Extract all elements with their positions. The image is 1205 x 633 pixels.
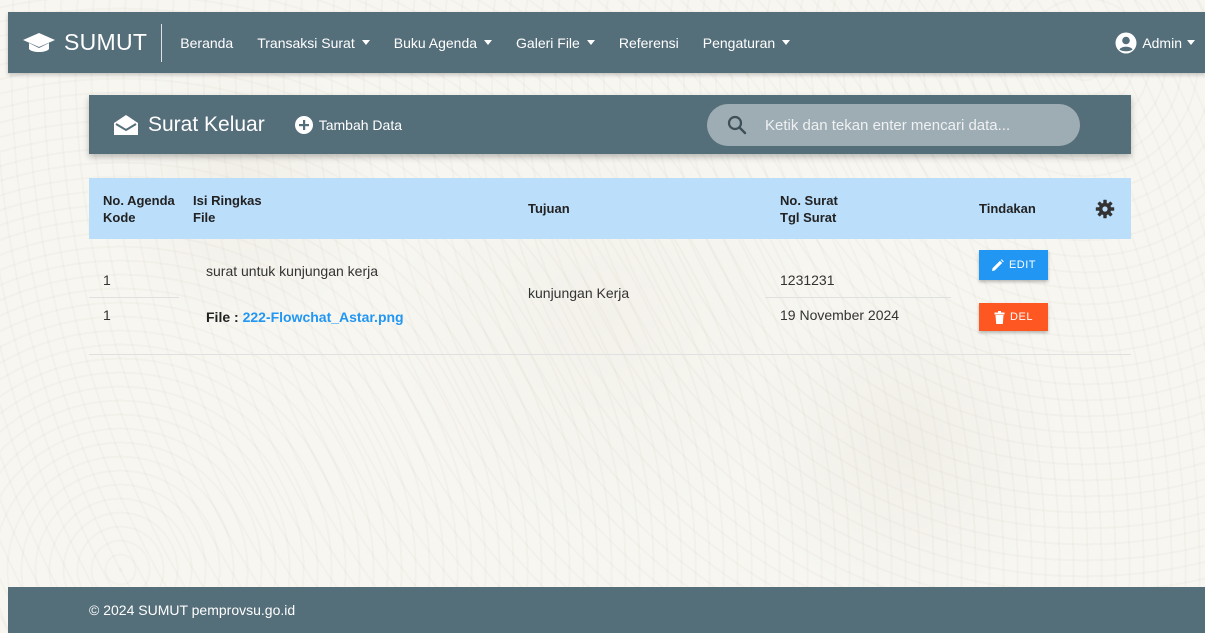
graduation-cap-icon: [22, 31, 58, 55]
search-icon: [727, 115, 747, 135]
nav-galeri-file[interactable]: Galeri File: [516, 35, 595, 51]
nav-transaksi-surat[interactable]: Transaksi Surat: [257, 35, 370, 51]
page-header: Surat Keluar Tambah Data: [89, 95, 1131, 154]
trash-icon: [994, 310, 1005, 324]
add-data-label: Tambah Data: [318, 116, 403, 133]
file-link[interactable]: 222-Flowchat_Astar.png: [243, 309, 404, 325]
header-no-tgl-surat: No. Surat Tgl Surat: [780, 192, 838, 226]
cell-tujuan: kunjungan Kerja: [528, 285, 630, 301]
header-tujuan: Tujuan: [528, 201, 570, 216]
header-kode: Kode: [103, 210, 136, 225]
user-circle-icon: [1115, 32, 1137, 54]
footer: © 2024 SUMUT pemprovsu.go.id: [8, 587, 1205, 633]
cell-divider: [89, 297, 179, 298]
nav-buku-agenda[interactable]: Buku Agenda: [393, 34, 493, 51]
header-isi-ringkas: Isi Ringkas: [193, 193, 262, 208]
cell-file: File : 222-Flowchat_Astar.png: [206, 309, 404, 325]
user-name: Admin: [1142, 34, 1182, 51]
page-title-text: Surat Keluar: [148, 112, 265, 136]
search-box[interactable]: [707, 104, 1080, 146]
delete-button[interactable]: DEL: [979, 303, 1048, 331]
header-no-agenda: No. Agenda: [103, 193, 175, 208]
add-data-button[interactable]: Tambah Data: [294, 115, 403, 134]
table-header: No. Agenda Kode Isi Ringkas File Tujuan …: [89, 178, 1131, 239]
header-no-surat: No. Surat: [780, 193, 838, 208]
header-file: File: [193, 210, 216, 225]
cell-isi-ringkas: surat untuk kunjungan kerja: [206, 263, 378, 279]
cell-kode: 1: [103, 307, 111, 323]
nav-label: Transaksi Surat: [257, 34, 355, 51]
footer-copyright: © 2024 SUMUT pemprovsu.go.id: [89, 602, 296, 618]
cell-divider: [765, 297, 951, 298]
header-tindakan: Tindakan: [979, 201, 1036, 216]
edit-label: EDIT: [1008, 259, 1037, 271]
nav-label: Pengaturan: [702, 34, 776, 51]
cell-tgl-surat: 19 November 2024: [780, 307, 900, 323]
nav-referensi[interactable]: Referensi: [619, 35, 679, 51]
navbar: SUMUT Beranda Transaksi Surat Buku Agend…: [8, 12, 1205, 73]
nav-beranda[interactable]: Beranda: [180, 35, 233, 51]
table-row: 1 1 surat untuk kunjungan kerja File : 2…: [89, 239, 1131, 355]
nav-label: Galeri File: [516, 34, 580, 51]
caret-down-icon: [782, 40, 791, 45]
nav-pengaturan[interactable]: Pengaturan: [702, 34, 791, 51]
data-table: No. Agenda Kode Isi Ringkas File Tujuan …: [89, 178, 1131, 355]
nav-label: Referensi: [618, 34, 679, 51]
user-menu[interactable]: Admin: [1115, 12, 1195, 73]
delete-label: DEL: [1010, 311, 1033, 323]
header-tgl-surat: Tgl Surat: [780, 210, 837, 225]
envelope-open-icon: [113, 114, 139, 136]
nav-label: Buku Agenda: [393, 34, 478, 51]
nav-label: Beranda: [180, 34, 234, 51]
caret-down-icon: [1187, 40, 1195, 45]
brand-divider: [161, 23, 163, 62]
plus-circle-icon: [294, 115, 313, 134]
page-title: Surat Keluar: [113, 113, 265, 137]
brand-title: SUMUT: [64, 29, 148, 55]
caret-down-icon: [484, 40, 493, 45]
pencil-icon: [991, 258, 1004, 271]
header-no-agenda-kode: No. Agenda Kode: [103, 192, 175, 226]
cell-no-agenda: 1: [103, 272, 111, 288]
gear-icon[interactable]: [1095, 199, 1115, 219]
caret-down-icon: [586, 40, 595, 45]
file-label: File :: [206, 309, 239, 325]
header-isi-file: Isi Ringkas File: [193, 192, 262, 226]
cell-no-surat: 1231231: [780, 272, 835, 288]
search-input[interactable]: [765, 116, 1065, 134]
brand[interactable]: SUMUT: [8, 12, 147, 73]
edit-button[interactable]: EDIT: [979, 250, 1048, 280]
caret-down-icon: [361, 40, 370, 45]
